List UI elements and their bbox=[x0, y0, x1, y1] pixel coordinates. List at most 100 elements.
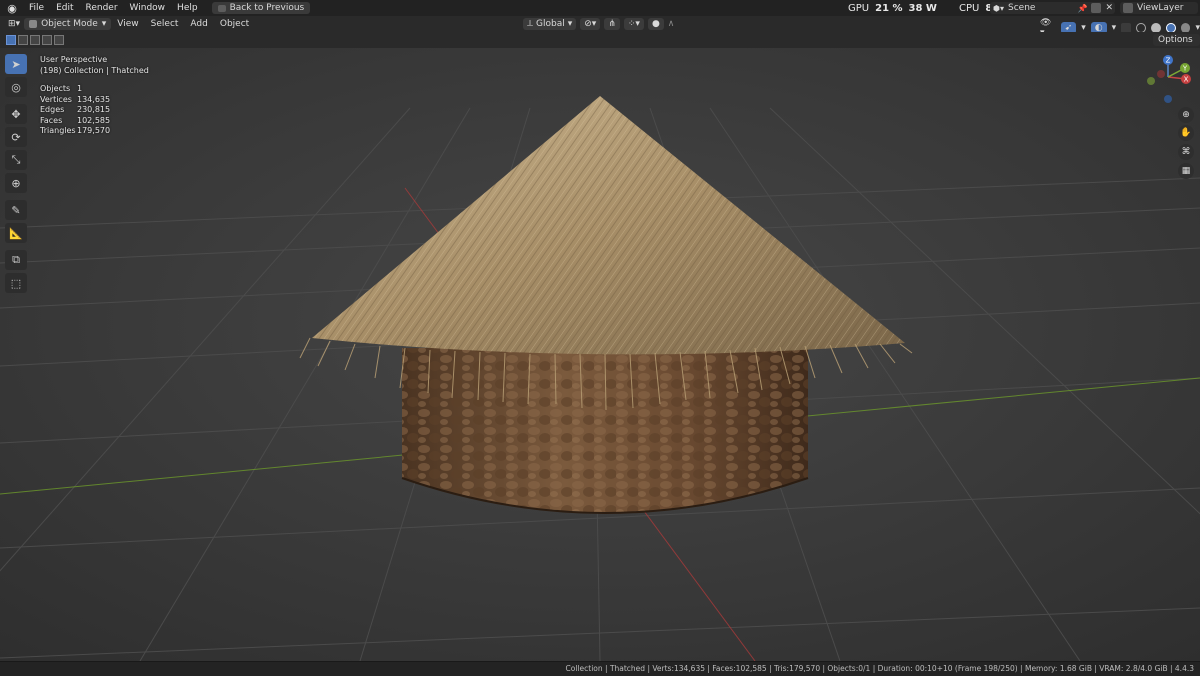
scene-statistics: Objects 1 Vertices 134,635 Edges 230,815 Fa… bbox=[40, 84, 149, 137]
viewport-scene bbox=[0, 48, 1200, 661]
menu-object[interactable]: Object bbox=[214, 16, 255, 32]
rotate-icon: ⟳ bbox=[11, 130, 21, 144]
stat-value: 179,570 bbox=[77, 126, 111, 135]
snap-grid-icon: ⁘▾ bbox=[627, 19, 640, 29]
scene-icon: ⬢▾ bbox=[993, 3, 1004, 13]
performance-stats: GPU 21 % 38 W CPU 8 % bbox=[848, 0, 1006, 16]
chevron-down-icon: ▾ bbox=[567, 19, 573, 29]
menu-help[interactable]: Help bbox=[171, 0, 204, 16]
magnet-icon: ⋔ bbox=[608, 19, 616, 29]
pivot-dropdown[interactable]: ⊘▾ bbox=[580, 18, 601, 30]
select-new-icon[interactable] bbox=[6, 35, 16, 45]
3d-viewport[interactable] bbox=[0, 48, 1200, 661]
scale-icon: ⤡ bbox=[11, 153, 21, 166]
cursor-tool[interactable]: ◎ bbox=[5, 77, 27, 97]
viewlayer-icon bbox=[1123, 3, 1133, 13]
cage-tool[interactable]: ⬚ bbox=[5, 273, 27, 293]
options-dropdown[interactable]: Options ▾ bbox=[1153, 34, 1200, 57]
proportional-edit-icon: ● bbox=[651, 19, 660, 29]
proportional-edit-toggle[interactable]: ● bbox=[647, 18, 664, 30]
rotate-tool[interactable]: ⟳ bbox=[5, 127, 27, 147]
y-axis-label: Y bbox=[1182, 65, 1188, 73]
menu-render[interactable]: Render bbox=[80, 0, 124, 16]
ruler-icon: 📐 bbox=[9, 226, 23, 240]
back-to-previous-label: Back to Previous bbox=[229, 3, 305, 13]
stat-label: Faces bbox=[40, 115, 63, 125]
select-intersect-icon[interactable] bbox=[54, 35, 64, 45]
stat-label: Triangles bbox=[40, 126, 76, 135]
select-subtract-icon[interactable] bbox=[30, 35, 40, 45]
status-text: Collection | Thatched | Verts:134,635 | … bbox=[565, 664, 1194, 673]
falloff-icon[interactable]: ∧ bbox=[668, 19, 675, 29]
mode-label: Object Mode bbox=[41, 19, 98, 29]
status-bar: Collection | Thatched | Verts:134,635 | … bbox=[0, 661, 1200, 676]
screen-icon bbox=[217, 4, 226, 12]
top-menu-bar: ◉ File Edit Render Window Help Back to P… bbox=[0, 0, 1200, 16]
stat-label: Vertices bbox=[40, 94, 72, 104]
pencil-icon: ✎ bbox=[11, 203, 21, 217]
select-box-tool[interactable]: ➤ bbox=[5, 54, 27, 74]
remove-scene-icon[interactable]: ✕ bbox=[1105, 3, 1115, 13]
back-to-previous-button[interactable]: Back to Previous bbox=[211, 2, 311, 14]
scene-selector[interactable]: ⬢▾ Scene 📌 ✕ bbox=[990, 2, 1115, 14]
stat-value: 102,585 bbox=[77, 115, 111, 125]
orientation-label: Global bbox=[536, 19, 565, 29]
transform-tools: ⟂ Global ▾ ⊘▾ ⋔ ⁘▾ ● ∧ bbox=[523, 18, 674, 30]
neg-x-axis-handle[interactable] bbox=[1157, 70, 1165, 78]
selection-mode-row bbox=[0, 32, 1200, 48]
add-cube-tool[interactable]: ⧉ bbox=[5, 250, 27, 270]
gpu-label: GPU bbox=[848, 2, 870, 14]
zoom-icon[interactable]: ⊕ bbox=[1178, 107, 1194, 123]
object-mode-icon bbox=[29, 20, 38, 28]
x-axis-label: X bbox=[1184, 76, 1189, 84]
cpu-label: CPU bbox=[958, 2, 980, 14]
select-invert-icon[interactable] bbox=[42, 35, 52, 45]
tool-shelf: ➤ ◎ ✥ ⟳ ⤡ ⊕ ✎ 📐 ⧉ ⬚ bbox=[5, 54, 29, 296]
stat-value: 134,635 bbox=[77, 94, 111, 104]
orientation-dropdown[interactable]: ⟂ Global ▾ bbox=[523, 18, 577, 30]
scale-tool[interactable]: ⤡ bbox=[5, 150, 27, 170]
gpu-percent: 21 % bbox=[875, 2, 903, 14]
options-label: Options bbox=[1158, 35, 1193, 45]
orientation-icon: ⟂ bbox=[527, 19, 534, 29]
neg-y-axis-handle[interactable] bbox=[1147, 77, 1155, 85]
z-axis-label: Z bbox=[1166, 57, 1171, 65]
gpu-watts: 38 W bbox=[908, 2, 937, 14]
pin-icon[interactable]: 📌 bbox=[1077, 4, 1087, 13]
view-perspective-label: User Perspective bbox=[40, 55, 108, 64]
active-collection-label: (198) Collection | Thatched bbox=[40, 65, 149, 75]
neg-z-axis-handle[interactable] bbox=[1164, 95, 1172, 103]
stat-value: 230,815 bbox=[77, 105, 111, 114]
blender-icon[interactable]: ◉ bbox=[5, 1, 19, 15]
new-scene-icon[interactable] bbox=[1091, 3, 1102, 13]
snap-toggle[interactable]: ⋔ bbox=[604, 18, 620, 30]
menu-view[interactable]: View bbox=[111, 16, 144, 32]
menu-edit[interactable]: Edit bbox=[50, 0, 79, 16]
navigation-gizmo[interactable]: Z X Y bbox=[1143, 52, 1195, 104]
mode-dropdown[interactable]: Object Mode ▾ bbox=[24, 18, 112, 30]
menu-select[interactable]: Select bbox=[145, 16, 185, 32]
camera-view-icon[interactable]: ⌘ bbox=[1178, 144, 1194, 160]
move-tool[interactable]: ✥ bbox=[5, 104, 27, 124]
scene-name: Scene bbox=[1008, 3, 1036, 13]
editor-type-icon[interactable]: ⊞▾ bbox=[8, 19, 20, 29]
viewport-info-overlay: User Perspective (198) Collection | That… bbox=[40, 55, 149, 137]
menu-add[interactable]: Add bbox=[184, 16, 213, 32]
stat-label: Edges bbox=[40, 105, 65, 114]
select-extend-icon[interactable] bbox=[18, 35, 28, 45]
viewlayer-selector[interactable]: ViewLayer bbox=[1120, 2, 1198, 14]
chevron-down-icon: ▾ bbox=[101, 19, 107, 29]
viewport-header: ⊞▾ Object Mode ▾ View Select Add Object … bbox=[0, 16, 1200, 38]
menu-window[interactable]: Window bbox=[124, 0, 172, 16]
snap-target-dropdown[interactable]: ⁘▾ bbox=[623, 18, 644, 30]
annotate-tool[interactable]: ✎ bbox=[5, 200, 27, 220]
transform-tool[interactable]: ⊕ bbox=[5, 173, 27, 193]
cursor-arrow-icon: ➤ bbox=[11, 57, 21, 71]
menu-file[interactable]: File bbox=[23, 0, 50, 16]
cube-icon: ⬚ bbox=[10, 276, 22, 290]
measure-tool[interactable]: 📐 bbox=[5, 223, 27, 243]
perspective-grid-icon[interactable]: ▦ bbox=[1178, 163, 1194, 179]
move-icon: ✥ bbox=[11, 107, 21, 121]
stat-value: 1 bbox=[77, 84, 83, 93]
pan-hand-icon[interactable]: ✋ bbox=[1178, 125, 1194, 141]
